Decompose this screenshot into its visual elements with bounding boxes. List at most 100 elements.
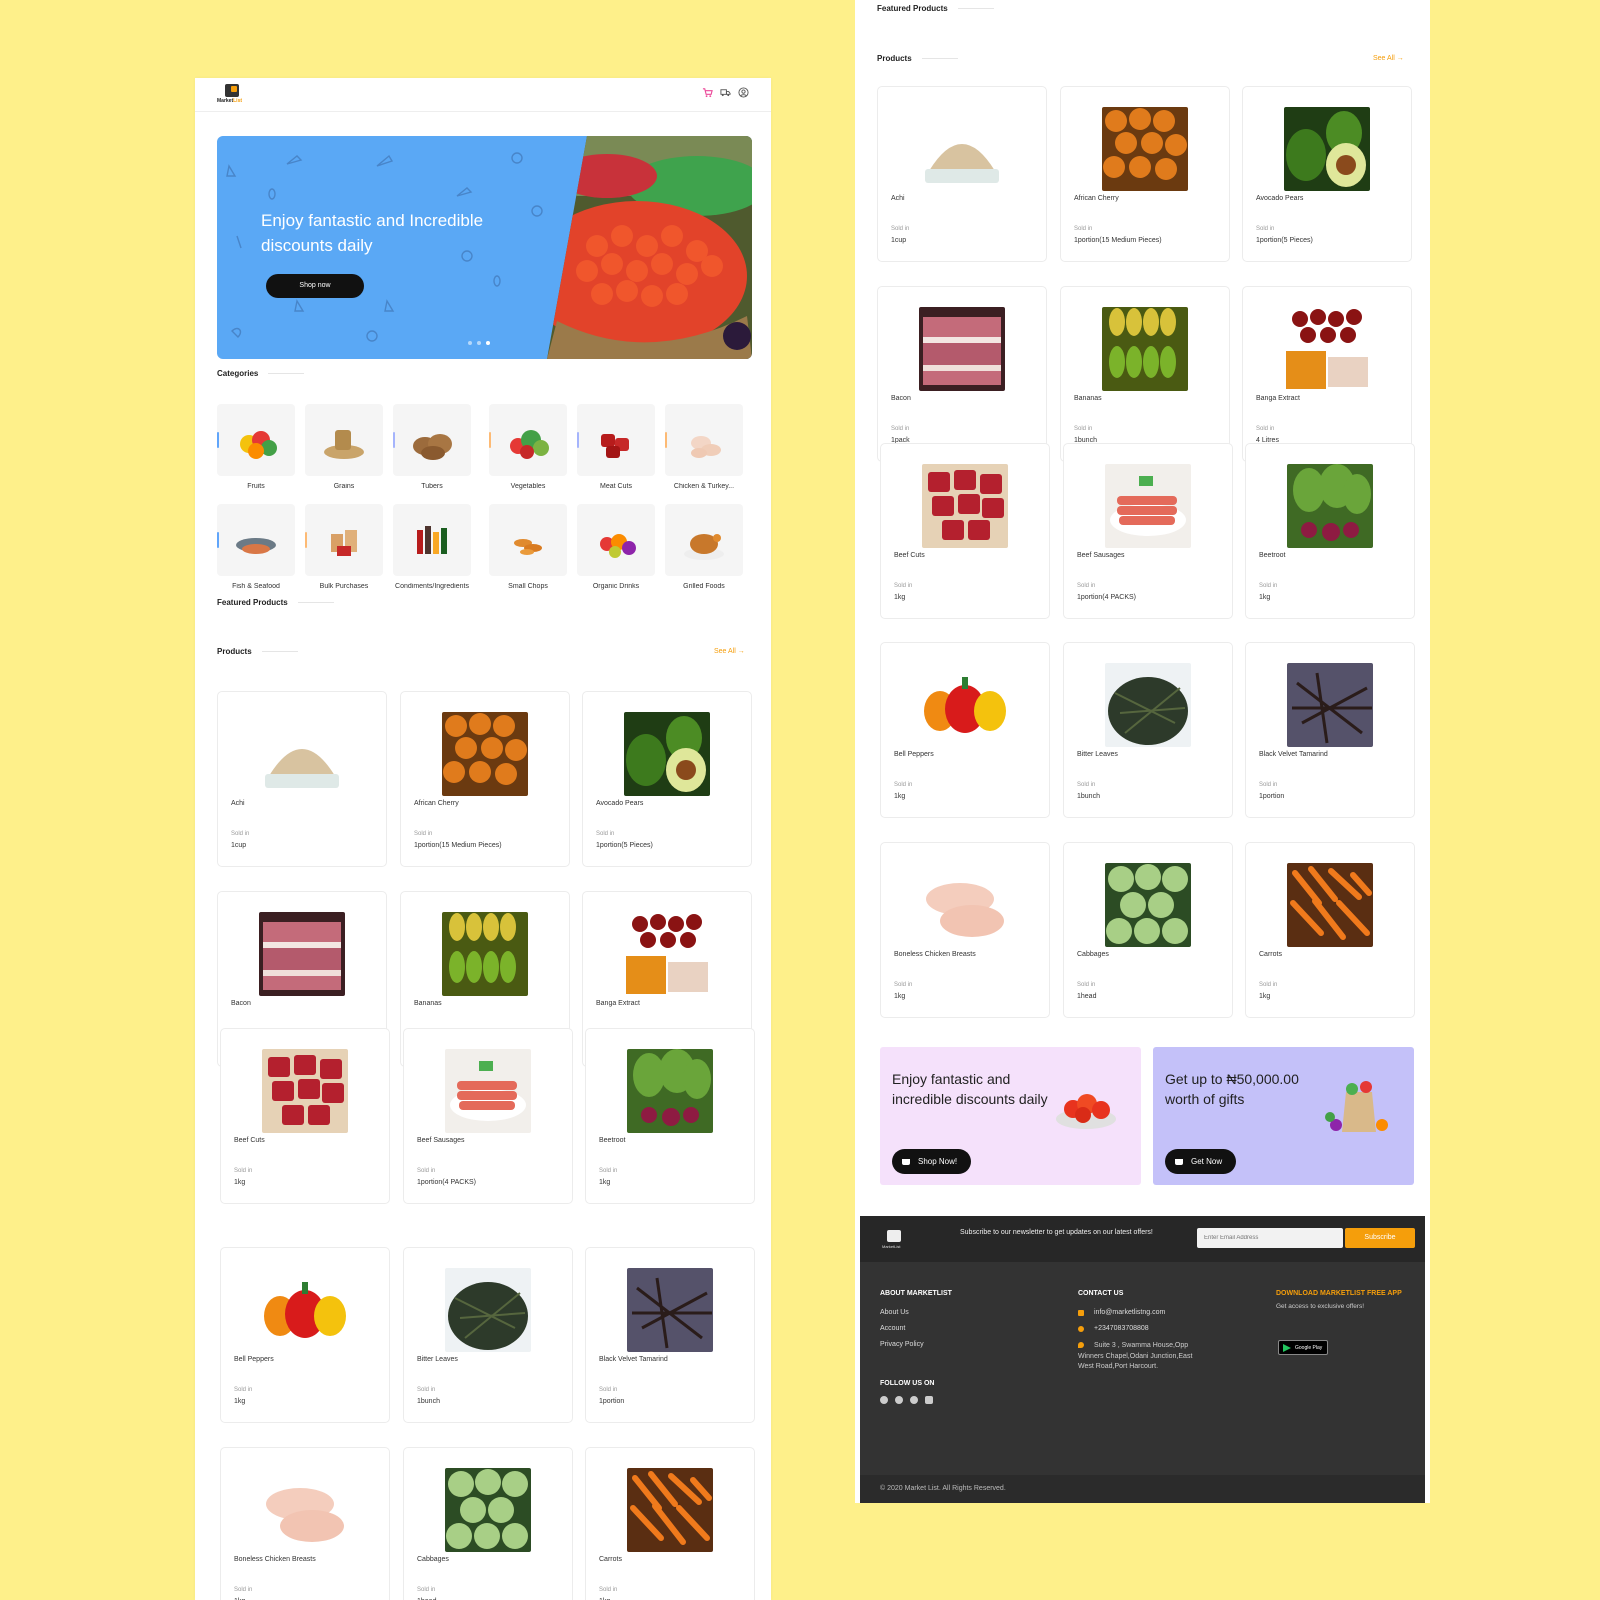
get-now-button[interactable]: Get Now	[1165, 1149, 1237, 1174]
product-card[interactable]: Bell Peppers Sold in 1kg	[880, 642, 1050, 818]
product-name[interactable]: Avocado Pears	[1256, 195, 1303, 202]
product-image[interactable]	[1105, 464, 1191, 548]
category-tile[interactable]: Grilled Foods	[665, 504, 743, 590]
product-card[interactable]: Banga ExtractSold in4 Litres	[1242, 286, 1412, 462]
product-card[interactable]: Beef Cuts Sold in 1kg	[220, 1028, 390, 1204]
product-name[interactable]: Bell Peppers	[894, 751, 934, 758]
see-all-link[interactable]: See All →	[714, 648, 745, 655]
google-play-badge[interactable]: Google Play	[1278, 1340, 1328, 1355]
brand-logo[interactable]: MarketList	[217, 84, 247, 106]
product-image[interactable]	[624, 712, 710, 796]
shop-now-button[interactable]: Shop now	[266, 274, 364, 298]
product-image[interactable]	[445, 1468, 531, 1552]
product-card[interactable]: Bell Peppers Sold in 1kg	[220, 1247, 390, 1423]
product-name[interactable]: Boneless Chicken Breasts	[234, 1556, 316, 1563]
product-image[interactable]	[259, 712, 345, 796]
product-image[interactable]	[1287, 464, 1373, 548]
product-name[interactable]: Bell Peppers	[234, 1356, 274, 1363]
contact-phone[interactable]: +2347083708808	[1094, 1325, 1149, 1332]
product-card[interactable]: Beef Sausages Sold in 1portion(4 PACKS)	[403, 1028, 573, 1204]
product-name[interactable]: Beef Sausages	[417, 1137, 464, 1144]
product-image[interactable]	[1284, 307, 1370, 391]
product-name[interactable]: Bacon	[231, 1000, 251, 1007]
category-tile[interactable]: Organic Drinks	[577, 504, 655, 590]
product-card[interactable]: Beef Cuts Sold in 1kg	[880, 443, 1050, 619]
carousel-dot[interactable]	[468, 341, 472, 345]
product-image[interactable]	[627, 1049, 713, 1133]
product-image[interactable]	[922, 663, 1008, 747]
product-card[interactable]: Achi Sold in 1cup	[877, 86, 1047, 262]
product-image[interactable]	[262, 1468, 348, 1552]
product-image[interactable]	[262, 1268, 348, 1352]
product-card[interactable]: Black Velvet Tamarind Sold in 1portion	[585, 1247, 755, 1423]
category-tile[interactable]: Chicken & Turkey...	[665, 404, 743, 490]
product-card[interactable]: African Cherry Sold in 1portion(15 Medium …	[400, 691, 570, 867]
product-name[interactable]: African Cherry	[1074, 195, 1119, 202]
category-tile[interactable]: Condiments/Ingredients	[393, 504, 471, 590]
product-card[interactable]: Avocado Pears Sold in 1portion(5 Pieces)	[582, 691, 752, 867]
product-image[interactable]	[445, 1268, 531, 1352]
product-name[interactable]: Banga Extract	[1256, 395, 1300, 402]
product-image[interactable]	[442, 912, 528, 996]
privacy-policy-link[interactable]: Privacy Policy	[880, 1341, 924, 1348]
category-tile[interactable]: Meat Cuts	[577, 404, 655, 490]
product-name[interactable]: Boneless Chicken Breasts	[894, 951, 976, 958]
product-name[interactable]: Beef Cuts	[234, 1137, 265, 1144]
product-image[interactable]	[1102, 307, 1188, 391]
product-name[interactable]: Bananas	[414, 1000, 442, 1007]
delivery-truck-icon[interactable]	[720, 87, 731, 98]
product-card[interactable]: Boneless Chicken BreastsSold in1kg	[220, 1447, 390, 1600]
dribbble-icon[interactable]	[895, 1396, 903, 1404]
product-card[interactable]: Avocado Pears Sold in 1portion(5 Pieces)	[1242, 86, 1412, 262]
product-name[interactable]: Beef Cuts	[894, 552, 925, 559]
product-card[interactable]: Cabbages Sold in 1head	[1063, 842, 1233, 1018]
product-image[interactable]	[627, 1268, 713, 1352]
product-card[interactable]: BananasSold in1bunch	[1060, 286, 1230, 462]
account-link[interactable]: Account	[880, 1325, 905, 1332]
carousel-dot-active[interactable]	[486, 341, 490, 345]
product-name[interactable]: Achi	[891, 195, 905, 202]
category-tile[interactable]: Fish & Seafood	[217, 504, 295, 590]
product-image[interactable]	[1102, 107, 1188, 191]
product-image[interactable]	[624, 912, 710, 996]
product-name[interactable]: Bitter Leaves	[417, 1356, 458, 1363]
product-card[interactable]: Bitter Leaves Sold in 1bunch	[1063, 642, 1233, 818]
product-image[interactable]	[1284, 107, 1370, 191]
product-name[interactable]: Carrots	[599, 1556, 622, 1563]
product-image[interactable]	[922, 863, 1008, 947]
category-tile[interactable]: Small Chops	[489, 504, 567, 590]
product-name[interactable]: Beef Sausages	[1077, 552, 1124, 559]
product-name[interactable]: Avocado Pears	[596, 800, 643, 807]
carousel-dot[interactable]	[477, 341, 481, 345]
cart-icon[interactable]	[702, 87, 713, 98]
see-all-link[interactable]: See All →	[1373, 55, 1404, 62]
product-image[interactable]	[262, 1049, 348, 1133]
product-name[interactable]: Black Velvet Tamarind	[599, 1356, 668, 1363]
category-tile[interactable]: Vegetables	[489, 404, 567, 490]
product-name[interactable]: Carrots	[1259, 951, 1282, 958]
product-card[interactable]: African Cherry Sold in 1portion(15 Medium …	[1060, 86, 1230, 262]
product-image[interactable]	[442, 712, 528, 796]
about-us-link[interactable]: About Us	[880, 1309, 909, 1316]
product-image[interactable]	[1105, 663, 1191, 747]
product-image[interactable]	[1105, 863, 1191, 947]
product-card[interactable]: Black Velvet Tamarind Sold in 1portion	[1245, 642, 1415, 818]
product-card[interactable]: Bitter Leaves Sold in 1bunch	[403, 1247, 573, 1423]
product-name[interactable]: Beetroot	[1259, 552, 1285, 559]
product-card[interactable]: Achi Sold in 1cup	[217, 691, 387, 867]
carousel-dots[interactable]	[468, 341, 490, 345]
category-tile[interactable]: Grains	[305, 404, 383, 490]
product-name[interactable]: African Cherry	[414, 800, 459, 807]
product-card[interactable]: Beetroot Sold in 1kg	[585, 1028, 755, 1204]
product-card[interactable]: Beetroot Sold in 1kg	[1245, 443, 1415, 619]
product-image[interactable]	[445, 1049, 531, 1133]
product-image[interactable]	[259, 912, 345, 996]
product-image[interactable]	[627, 1468, 713, 1552]
product-name[interactable]: Cabbages	[417, 1556, 449, 1563]
instagram-icon[interactable]	[925, 1396, 933, 1404]
product-image[interactable]	[922, 464, 1008, 548]
twitter-icon[interactable]	[910, 1396, 918, 1404]
product-image[interactable]	[1287, 663, 1373, 747]
product-card[interactable]: CarrotsSold in1kg	[585, 1447, 755, 1600]
product-name[interactable]: Bacon	[891, 395, 911, 402]
